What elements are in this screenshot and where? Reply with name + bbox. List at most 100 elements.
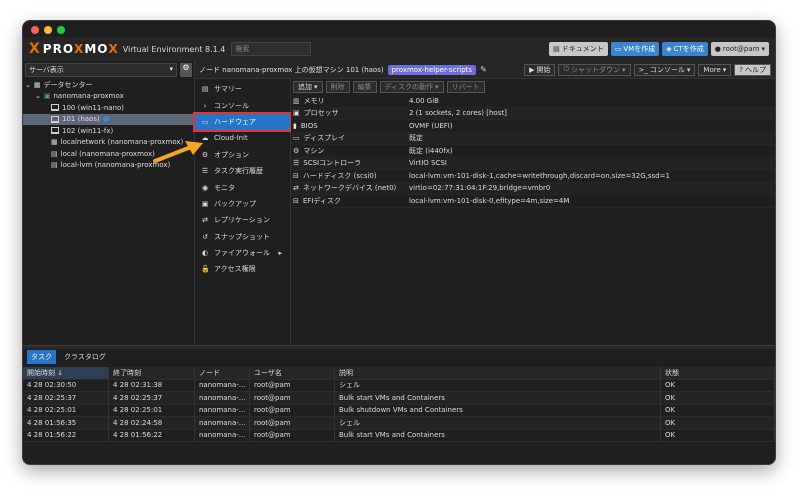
edit-button[interactable]: 編集 [352,81,377,93]
terminal-icon: >_ [638,65,648,74]
table-row[interactable]: 4 28 01:56:35 4 28 02:24:58 nanomana-... ro… [23,417,775,430]
chevron-down-icon: ▾ [622,65,626,74]
add-button[interactable]: 追加 ▾ [293,81,323,93]
table-row[interactable]: 4 28 02:30:50 4 28 02:31:38 nanomana-... ro… [23,379,775,392]
search-input[interactable]: 検索 [231,42,312,56]
tree-item-node[interactable]: ⌄ ▣ nanomana-proxmox [23,91,194,103]
create-ct-button[interactable]: ◈ CTを作成 [662,42,708,56]
column-header-status[interactable]: 状態 [661,367,775,379]
cell: 4 28 01:56:35 [23,417,109,429]
cell: OK [661,417,775,429]
menu-item-snapshots[interactable]: ↺ スナップショット [195,229,290,245]
disk-action-button[interactable]: ディスクの動作 ▾ [379,81,444,93]
monitor-icon: ▭ [614,45,622,53]
menu-item-hardware[interactable]: ▭ ハードウェア [193,111,292,133]
column-header-start[interactable]: 開始時刻 ↓ [23,367,109,379]
cogs-icon: ⚙ [293,146,300,155]
menu-item-summary[interactable]: ▤ サマリー [195,81,290,97]
menu-item-firewall[interactable]: ◐ ファイアウォール ▸ [195,245,290,261]
hdd-icon: ⊟ [293,171,299,180]
list-icon: ☰ [201,167,209,176]
gear-icon[interactable]: ⚙ [180,63,192,77]
monitor-icon [51,104,59,112]
hardware-toolbar: 追加 ▾ 削除 編集 ディスクの動作 ▾ リバート [291,79,775,95]
column-header-end[interactable]: 終了時刻 [109,367,195,379]
view-selector[interactable]: サーバ表示 ▾ [25,63,177,77]
cell: 4 28 02:25:37 [109,392,195,404]
hdd-icon: ⊟ [293,196,299,205]
docs-button[interactable]: ▤ ドキュメント [549,42,608,56]
zoom-window-button[interactable] [57,26,65,34]
table-row[interactable]: ⚙ マシン 既定 (i440fx) [291,145,775,158]
revert-button[interactable]: リバート [446,81,485,93]
cell: nanomana-... [195,429,250,441]
cell: 4 28 02:25:01 [23,404,109,416]
tab-tasks[interactable]: タスク [27,350,56,364]
column-header-node[interactable]: ノード [195,367,250,379]
cell: シェル [335,379,661,391]
console-button[interactable]: >_ コンソール ▾ [633,63,696,76]
tree-item-datacenter[interactable]: ⌄ ▦ データセンター [23,79,194,91]
monitor-icon [51,115,59,123]
table-row[interactable]: 4 28 01:56:22 4 28 01:56:22 nanomana-... ro… [23,429,775,442]
table-row[interactable]: ⇄ ネットワークデバイス (net0) virtio=02:77:31:04:1F:… [291,182,775,195]
remove-button[interactable]: 削除 [325,81,350,93]
node-icon: ▣ [43,92,51,101]
chevron-down-icon: ▾ [686,65,691,74]
play-icon: ▶ [529,65,535,74]
server-icon: ▦ [33,80,41,89]
breadcrumb-bar: ノード nanomana-proxmox 上の仮想マシン 101 (haos) … [195,61,775,79]
menu-item-task-history[interactable]: ☰ タスク実行履歴 [195,163,290,179]
start-button[interactable]: ▶ 開始 [524,63,556,76]
chevron-down-icon: ▾ [314,83,318,91]
help-button[interactable]: ? ヘルプ [734,63,771,76]
menu-item-backup[interactable]: ▣ バックアップ [195,196,290,212]
menu-item-cloud-init[interactable]: ☁ Cloud-Init [195,130,290,146]
user-menu-button[interactable]: ● root@pam ▾ [710,42,769,56]
app-window: X PRO X MO X Virtual Environment 8.1.4 検索 ▤ ド… [22,20,776,465]
more-button[interactable]: More ▾ [698,63,732,76]
tab-cluster-log[interactable]: クラスタログ [60,350,110,364]
menu-item-console[interactable]: › コンソール [195,97,290,113]
table-row[interactable]: ▭ ディスプレイ 既定 [291,132,775,145]
table-row[interactable]: ▣ プロセッサ 2 (1 sockets, 2 cores) [host] [291,107,775,120]
close-window-button[interactable] [31,26,39,34]
menu-item-options[interactable]: ⚙ オプション [195,147,290,163]
cell: 4 28 02:30:50 [23,379,109,391]
menu-item-replication[interactable]: ⇄ レプリケーション [195,212,290,228]
hardware-table: ▥ メモリ 4.00 GiB ▣ プロセッサ 2 (1 sockets, 2 cores… [291,95,775,208]
running-badge [102,116,109,123]
column-header-user[interactable]: ユーザ名 [250,367,335,379]
menu-item-monitor[interactable]: ◉ モニタ [195,179,290,195]
table-row[interactable]: 4 28 02:25:37 4 28 02:25:37 nanomana-... ro… [23,392,775,405]
vm-menu: ▤ サマリー › コンソール ▭ ハードウェア ☁ Cloud-Init ⚙ オプション … [193,79,292,345]
vm-tag[interactable]: proxmox-helper-scripts [387,64,477,75]
task-table: 開始時刻 ↓ 終了時刻 ノード ユーザ名 説明 状態 4 28 02:30:50… [23,367,775,442]
chevron-right-icon: ▸ [278,249,282,258]
cell: Bulk start VMs and Containers [335,392,661,404]
tree-item-vm[interactable]: 102 (win11-fx) [23,125,194,137]
history-icon: ↺ [202,232,208,241]
cell: root@pam [250,392,335,404]
top-bar: X PRO X MO X Virtual Environment 8.1.4 検索 ▤ ド… [23,37,775,61]
create-vm-button[interactable]: ▭ VMを作成 [610,42,660,56]
tree-item-vm-selected[interactable]: 101 (haos) [23,113,194,125]
column-header-description[interactable]: 説明 [335,367,661,379]
cell: 4 28 01:56:22 [23,429,109,441]
menu-item-permissions[interactable]: 🔓 アクセス権限 [195,261,290,277]
shutdown-button[interactable]: ⏻ シャットダウン ▾ [558,63,631,76]
table-row[interactable]: ⊟ EFIディスク local-lvm:vm-101-disk-0,efitype=… [291,195,775,208]
tree-item-vm[interactable]: 100 (win11-nano) [23,102,194,114]
microchip-icon: ▮ [293,121,297,130]
table-row[interactable]: 4 28 02:25:01 4 28 02:25:01 nanomana-... ro… [23,404,775,417]
cell: 4 28 01:56:22 [109,429,195,441]
table-row[interactable]: ▮ BIOS OVMF (UEFI) [291,120,775,133]
table-row[interactable]: ☰ SCSIコントローラ VirtIO SCSI [291,157,775,170]
cell: 4 28 02:31:38 [109,379,195,391]
cell: nanomana-... [195,392,250,404]
table-row[interactable]: ⊟ ハードディスク (scsi0) local-lvm:vm-101-disk-1,… [291,170,775,183]
pencil-icon[interactable]: ✎ [480,65,487,74]
minimize-window-button[interactable] [44,26,52,34]
memory-icon: ▥ [293,96,300,105]
table-row[interactable]: ▥ メモリ 4.00 GiB [291,95,775,108]
